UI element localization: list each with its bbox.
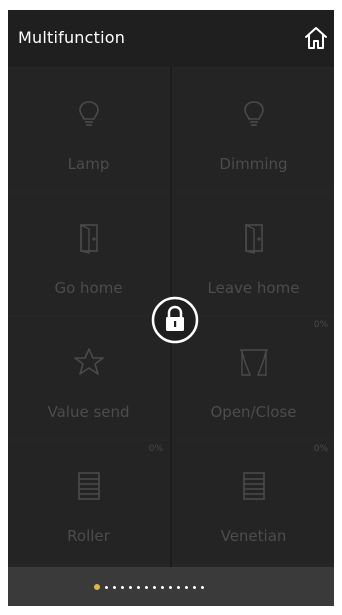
pager-dot[interactable] — [105, 585, 108, 589]
curtain-icon — [239, 349, 268, 376]
pager-dot[interactable] — [201, 585, 204, 589]
pager-dot[interactable] — [113, 585, 116, 589]
pager-dot[interactable] — [137, 585, 140, 589]
percent-label: 0% — [313, 320, 328, 330]
pager-dot[interactable] — [145, 585, 148, 589]
pager-dot[interactable] — [153, 585, 156, 589]
page-title: Multifunction — [18, 28, 126, 47]
tile-label: Open/Close — [210, 403, 297, 421]
home-icon — [305, 27, 327, 49]
pager-dot[interactable] — [169, 585, 172, 589]
tile-value-send[interactable]: Value send — [8, 317, 169, 439]
tile-venetian[interactable]: 0% Venetian — [173, 441, 334, 563]
tile-label: Go home — [54, 279, 123, 297]
tile-label: Lamp — [67, 155, 110, 173]
bulb-icon — [78, 101, 99, 126]
blind-icon — [242, 472, 265, 500]
pager-bar — [8, 567, 334, 606]
pager-dot[interactable] — [177, 585, 180, 589]
tile-lamp[interactable]: 0% Lamp — [8, 69, 324, 191]
tile-dimming[interactable]: Dimming — [173, 69, 334, 191]
tile-roller[interactable]: 0% Roller — [8, 441, 169, 563]
pager-dot[interactable] — [193, 585, 196, 589]
percent-label: 0% — [313, 444, 328, 454]
tile-label: Value send — [47, 403, 130, 421]
door-icon — [79, 223, 98, 254]
header-bar: Multifunction — [8, 10, 334, 67]
pager-dot[interactable] — [161, 585, 164, 589]
pager-dot-active[interactable] — [94, 584, 100, 590]
pager-dot[interactable] — [129, 585, 132, 589]
pager-dot[interactable] — [185, 585, 188, 589]
blind-icon — [77, 472, 100, 500]
star-icon — [73, 348, 104, 375]
tile-label: Venetian — [220, 527, 287, 545]
device-screen: Multifunction 0% Lamp Dimming — [8, 10, 334, 606]
percent-label: 0% — [148, 444, 163, 454]
lock-button[interactable] — [150, 295, 200, 345]
door-icon — [244, 223, 263, 254]
lock-icon — [151, 296, 199, 344]
pager-dot[interactable] — [121, 585, 124, 589]
pager-dots — [94, 584, 204, 590]
tile-label: Dimming — [219, 155, 288, 173]
home-button[interactable] — [302, 24, 330, 52]
tile-go-home[interactable]: Go home — [8, 193, 169, 315]
bulb-icon — [243, 101, 264, 126]
tile-label: Roller — [67, 527, 110, 545]
